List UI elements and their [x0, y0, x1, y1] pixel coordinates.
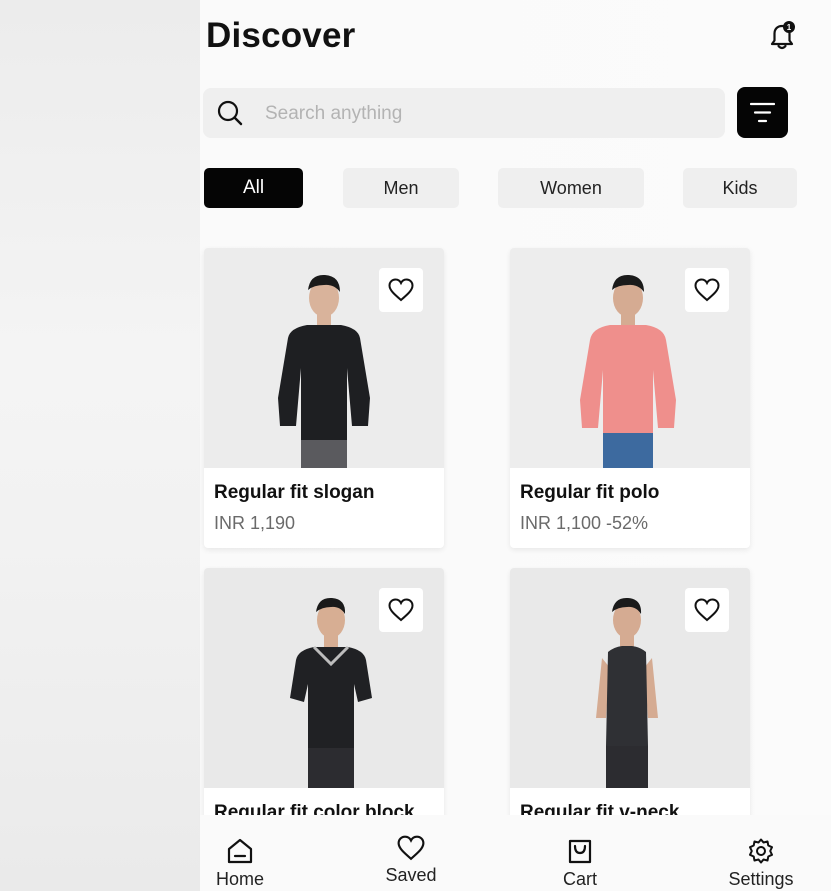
nav-item-cart[interactable]: Cart — [552, 837, 608, 890]
discover-screen: Discover 1 All Men Women Kids — [200, 0, 831, 891]
category-chip-all[interactable]: All — [204, 168, 303, 208]
nav-label-home: Home — [215, 869, 264, 889]
nav-item-home[interactable]: Home — [210, 837, 270, 890]
heart-icon — [694, 278, 720, 302]
nav-item-settings[interactable]: Settings — [720, 837, 802, 890]
product-price: INR 1,100 -52% — [520, 513, 649, 533]
background-shade — [0, 0, 200, 891]
search-bar — [203, 88, 725, 138]
notification-count: 1 — [787, 23, 792, 32]
nav-label-saved: Saved — [385, 865, 437, 885]
product-card[interactable]: Regular fit polo INR 1,100 -52% — [510, 248, 750, 548]
search-input[interactable] — [263, 98, 707, 130]
save-button[interactable] — [685, 268, 729, 312]
category-chip-women[interactable]: Women — [498, 168, 644, 208]
filter-icon — [750, 102, 775, 123]
home-icon — [227, 838, 253, 864]
heart-icon — [388, 278, 414, 302]
nav-item-saved[interactable]: Saved — [378, 835, 444, 886]
product-name: Regular fit slogan — [214, 482, 375, 503]
bottom-nav: Home Saved Cart Settings — [200, 815, 831, 891]
search-icon — [217, 100, 243, 126]
product-price: INR 1,190 — [214, 513, 296, 533]
product-card[interactable]: Regular fit slogan INR 1,190 — [204, 248, 444, 548]
nav-label-cart: Cart — [562, 869, 597, 889]
heart-icon — [397, 835, 425, 861]
heart-icon — [694, 598, 720, 622]
category-chip-men[interactable]: Men — [343, 168, 459, 208]
category-chip-kids[interactable]: Kids — [683, 168, 797, 208]
filter-button[interactable] — [737, 87, 788, 138]
product-name: Regular fit polo — [520, 482, 660, 503]
heart-icon — [388, 598, 414, 622]
save-button[interactable] — [379, 588, 423, 632]
bag-icon — [568, 839, 592, 864]
save-button[interactable] — [685, 588, 729, 632]
notifications-button[interactable]: 1 — [767, 20, 797, 52]
page-title: Discover — [206, 16, 356, 55]
gear-icon — [749, 838, 773, 864]
bell-icon: 1 — [770, 21, 795, 50]
nav-label-settings: Settings — [728, 869, 794, 889]
save-button[interactable] — [379, 268, 423, 312]
